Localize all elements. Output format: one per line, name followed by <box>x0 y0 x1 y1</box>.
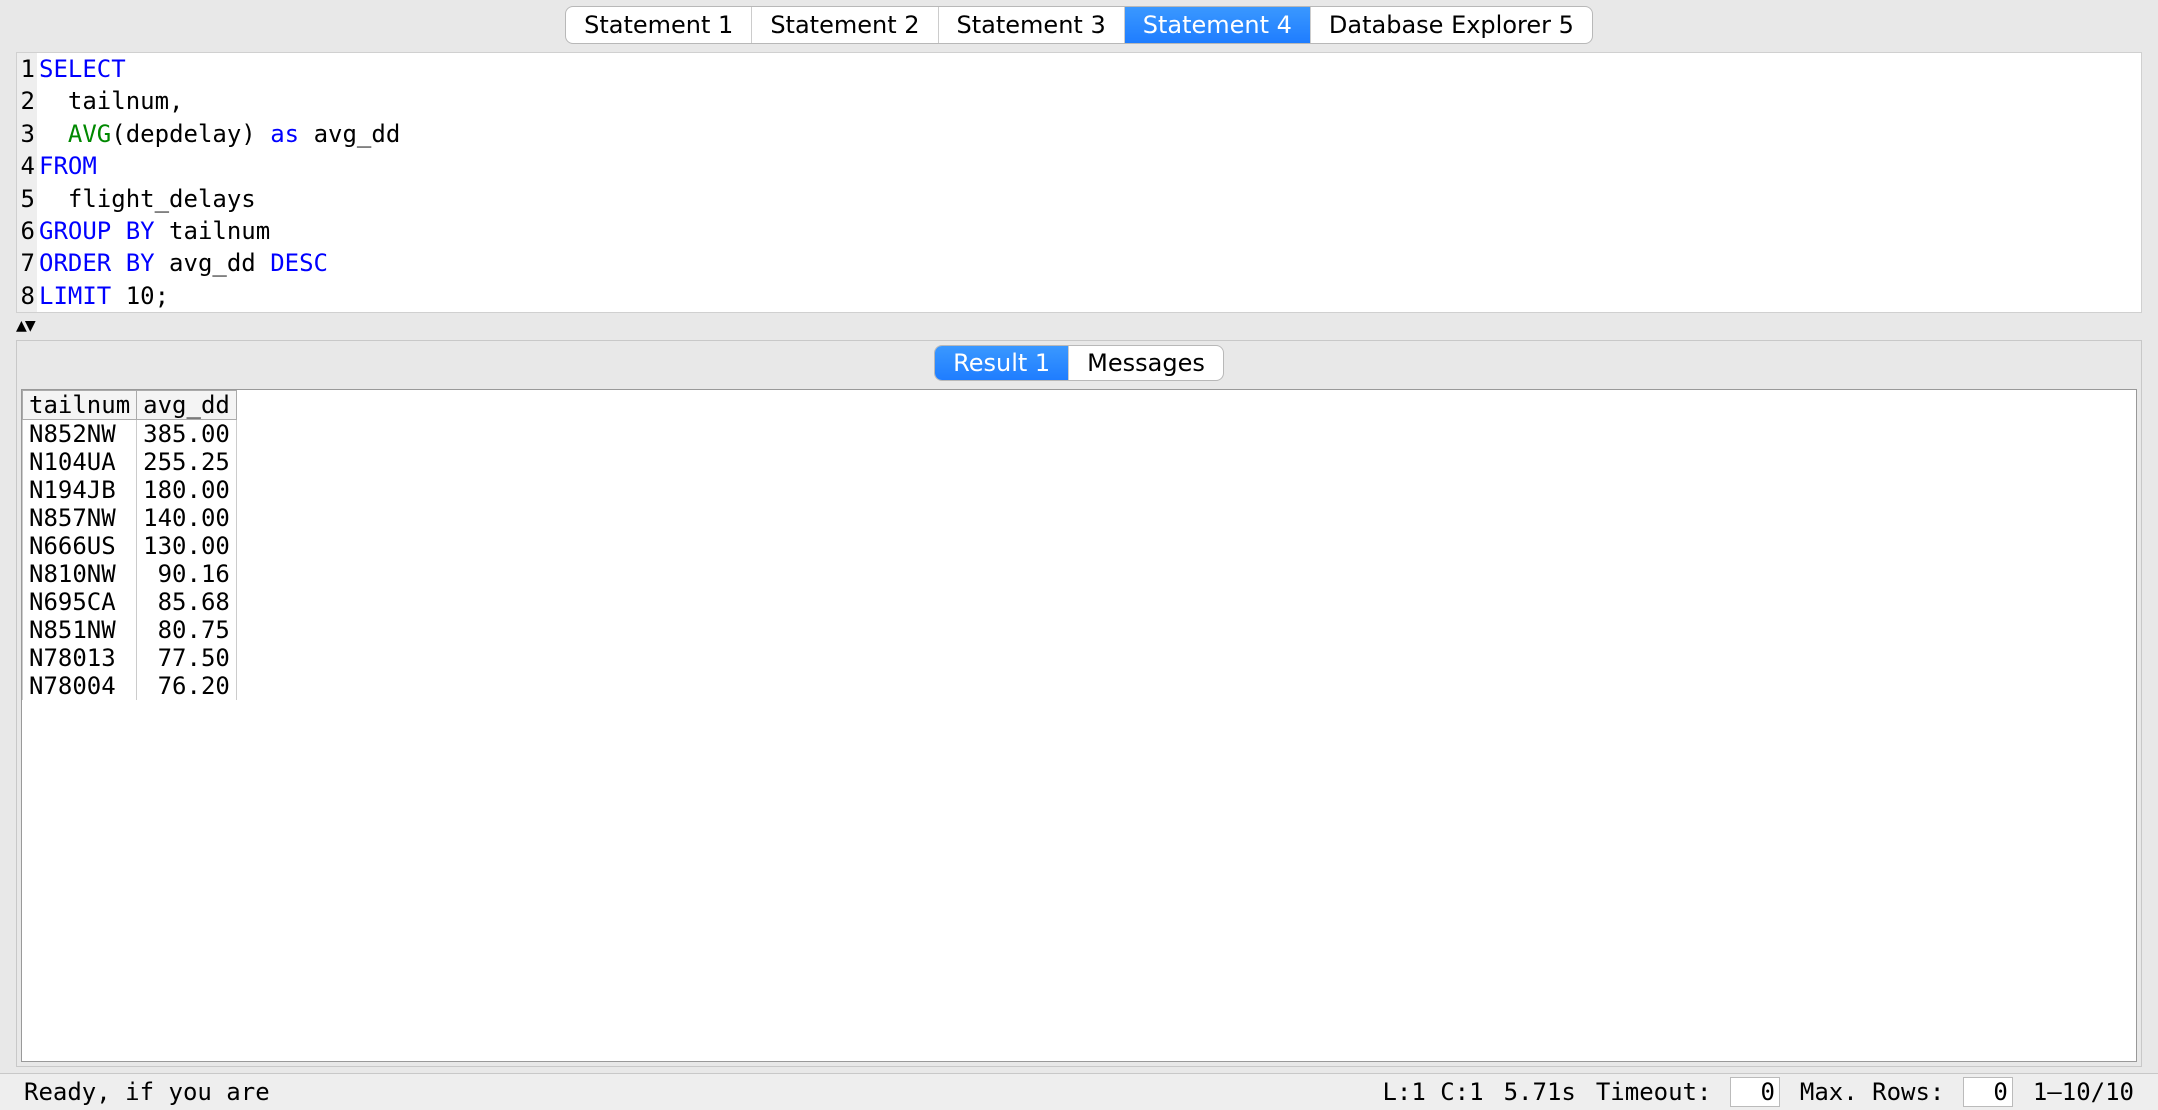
result-grid[interactable]: tailnumavg_ddN852NW385.00N104UA255.25N19… <box>22 390 237 700</box>
status-maxrows-value[interactable]: 0 <box>1963 1077 2013 1107</box>
table-row[interactable]: N852NW385.00 <box>23 420 237 449</box>
tab-database-explorer-5[interactable]: Database Explorer 5 <box>1311 7 1592 43</box>
cell[interactable]: 255.25 <box>137 448 237 476</box>
cell[interactable]: 130.00 <box>137 532 237 560</box>
code-line[interactable]: 2 tailnum, <box>17 85 2141 117</box>
main-tabbar: Statement 1Statement 2Statement 3Stateme… <box>0 0 2158 44</box>
cell[interactable]: N810NW <box>23 560 137 588</box>
table-row[interactable]: N810NW90.16 <box>23 560 237 588</box>
code-line[interactable]: 8LIMIT 10; <box>17 280 2141 312</box>
status-timeout-label: Timeout: <box>1596 1078 1712 1106</box>
table-row[interactable]: N695CA85.68 <box>23 588 237 616</box>
sql-editor[interactable]: 1SELECT2 tailnum,3 AVG(depdelay) as avg_… <box>16 52 2142 313</box>
tab-statement-2[interactable]: Statement 2 <box>752 7 938 43</box>
cell[interactable]: 385.00 <box>137 420 237 449</box>
code-content[interactable]: FROM <box>37 150 97 182</box>
line-number: 8 <box>17 280 37 312</box>
line-number: 6 <box>17 215 37 247</box>
line-number: 3 <box>17 118 37 150</box>
status-elapsed: 5.71s <box>1494 1078 1586 1106</box>
code-content[interactable]: LIMIT 10; <box>37 280 169 312</box>
code-content[interactable]: flight_delays <box>37 183 256 215</box>
status-cursor: L:1 C:1 <box>1372 1078 1493 1106</box>
code-line[interactable]: 3 AVG(depdelay) as avg_dd <box>17 118 2141 150</box>
status-maxrows-label: Max. Rows: <box>1800 1078 1945 1106</box>
table-row[interactable]: N851NW80.75 <box>23 616 237 644</box>
table-row[interactable]: N104UA255.25 <box>23 448 237 476</box>
cell[interactable]: 140.00 <box>137 504 237 532</box>
cell[interactable]: N852NW <box>23 420 137 449</box>
code-content[interactable]: AVG(depdelay) as avg_dd <box>37 118 400 150</box>
result-grid-wrap[interactable]: tailnumavg_ddN852NW385.00N104UA255.25N19… <box>21 389 2137 1062</box>
tab-statement-1[interactable]: Statement 1 <box>566 7 752 43</box>
code-content[interactable]: ORDER BY avg_dd DESC <box>37 247 328 279</box>
code-content[interactable]: GROUP BY tailnum <box>37 215 270 247</box>
table-row[interactable]: N7800476.20 <box>23 672 237 700</box>
cell[interactable]: 90.16 <box>137 560 237 588</box>
cell[interactable]: 85.68 <box>137 588 237 616</box>
tab-statement-4[interactable]: Statement 4 <box>1125 7 1311 43</box>
col-header[interactable]: tailnum <box>23 391 137 420</box>
line-number: 2 <box>17 85 37 117</box>
line-number: 7 <box>17 247 37 279</box>
status-maxrows: Max. Rows: 0 <box>1790 1077 2023 1107</box>
cell[interactable]: N194JB <box>23 476 137 504</box>
code-content[interactable]: SELECT <box>37 53 126 85</box>
table-row[interactable]: N857NW140.00 <box>23 504 237 532</box>
result-tabbar: Result 1Messages <box>17 341 2141 385</box>
results-frame: Result 1Messages tailnumavg_ddN852NW385.… <box>16 340 2142 1067</box>
result-tab-result-1[interactable]: Result 1 <box>935 346 1069 380</box>
code-line[interactable]: 7ORDER BY avg_dd DESC <box>17 247 2141 279</box>
code-line[interactable]: 5 flight_delays <box>17 183 2141 215</box>
cell[interactable]: 77.50 <box>137 644 237 672</box>
cell[interactable]: N666US <box>23 532 137 560</box>
status-bar: Ready, if you are L:1 C:1 5.71s Timeout:… <box>0 1073 2158 1110</box>
cell[interactable]: N78013 <box>23 644 137 672</box>
horizontal-splitter[interactable]: ▲▼ <box>16 315 2142 336</box>
code-line[interactable]: 4FROM <box>17 150 2141 182</box>
code-line[interactable]: 6GROUP BY tailnum <box>17 215 2141 247</box>
cell[interactable]: N857NW <box>23 504 137 532</box>
cell[interactable]: 76.20 <box>137 672 237 700</box>
code-line[interactable]: 1SELECT <box>17 53 2141 85</box>
cell[interactable]: 180.00 <box>137 476 237 504</box>
cell[interactable]: N695CA <box>23 588 137 616</box>
line-number: 5 <box>17 183 37 215</box>
table-row[interactable]: N666US130.00 <box>23 532 237 560</box>
status-ready: Ready, if you are <box>14 1078 280 1106</box>
status-timeout-value[interactable]: 0 <box>1730 1077 1780 1107</box>
status-timeout: Timeout: 0 <box>1586 1077 1790 1107</box>
cell[interactable]: N78004 <box>23 672 137 700</box>
cell[interactable]: 80.75 <box>137 616 237 644</box>
table-row[interactable]: N194JB180.00 <box>23 476 237 504</box>
code-content[interactable]: tailnum, <box>37 85 184 117</box>
result-tab-messages[interactable]: Messages <box>1069 346 1223 380</box>
line-number: 4 <box>17 150 37 182</box>
cell[interactable]: N851NW <box>23 616 137 644</box>
col-header[interactable]: avg_dd <box>137 391 237 420</box>
tab-statement-3[interactable]: Statement 3 <box>939 7 1125 43</box>
line-number: 1 <box>17 53 37 85</box>
table-row[interactable]: N7801377.50 <box>23 644 237 672</box>
status-rowrange: 1–10/10 <box>2023 1078 2144 1106</box>
cell[interactable]: N104UA <box>23 448 137 476</box>
